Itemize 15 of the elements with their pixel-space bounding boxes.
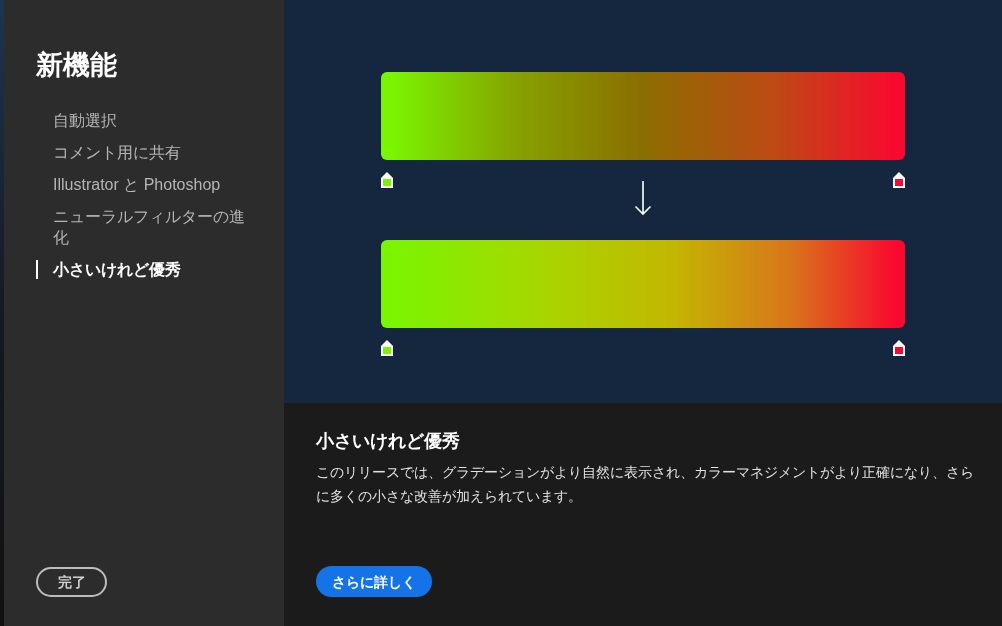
detail-title: 小さいけれど優秀 <box>316 430 460 453</box>
color-stop-marker-icon[interactable] <box>381 340 393 356</box>
sidebar-item[interactable]: コメント用に共有 <box>53 142 249 163</box>
sidebar-item[interactable]: 自動選択 <box>53 110 249 131</box>
sidebar-item[interactable]: Illustrator と Photoshop <box>53 174 249 195</box>
sidebar-item[interactable]: ニューラルフィルターの進化 <box>53 206 249 248</box>
arrow-down-icon <box>634 180 652 216</box>
color-stop-marker-icon[interactable] <box>893 172 905 188</box>
done-button[interactable]: 完了 <box>36 567 107 597</box>
sidebar-title: 新機能 <box>36 49 117 81</box>
sidebar-item[interactable]: 小さいけれど優秀 <box>53 259 249 280</box>
color-stop-marker-icon[interactable] <box>893 340 905 356</box>
detail-description: このリリースでは、グラデーションがより自然に表示され、カラーマネジメントがより正確になり、さらに多くの小さな改善が加えられています。 <box>316 463 975 506</box>
color-stop-marker-icon[interactable] <box>381 172 393 188</box>
learn-more-button[interactable]: さらに詳しく <box>316 566 432 597</box>
